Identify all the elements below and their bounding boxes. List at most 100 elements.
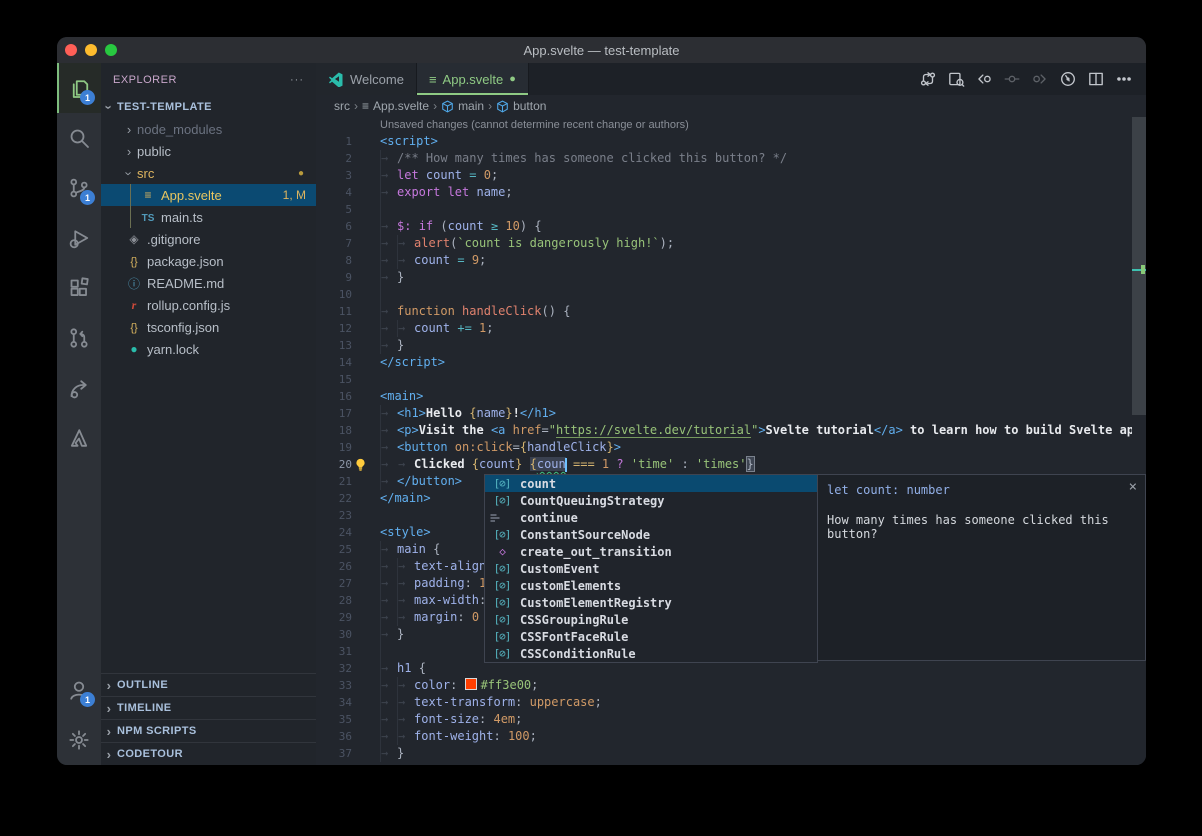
indent-guide: → (380, 167, 397, 184)
suggest-item-create_out_transition[interactable]: ◇create_out_transition (485, 543, 817, 560)
tree-item-public[interactable]: ›public (101, 140, 316, 162)
section-codetour[interactable]: ›CODETOUR (101, 742, 316, 765)
code-line-10[interactable]: 10 (316, 286, 1146, 303)
code-line-34[interactable]: 34→→text-transform: uppercase; (316, 694, 1146, 711)
code-line-18[interactable]: 18→<p>Visit the <a href="https://svelte.… (316, 422, 1146, 439)
tree-item-app-svelte[interactable]: ≡App.svelte1, M (101, 184, 316, 206)
rollup-file-icon: r (125, 298, 143, 313)
section-timeline[interactable]: ›TIMELINE (101, 696, 316, 719)
line-number: 29 (316, 609, 352, 626)
line-number: 2 (316, 150, 352, 167)
suggest-item-customelements[interactable]: [⊘]customElements (485, 577, 817, 594)
line-content: →→text-transform: uppercase; (380, 694, 602, 711)
code-line-3[interactable]: 3→let count = 0; (316, 167, 1146, 184)
tree-root-test-template[interactable]: › TEST-TEMPLATE (101, 96, 316, 118)
file-annotations-icon[interactable] (1056, 67, 1080, 91)
tree-item-rollup-config-js[interactable]: rrollup.config.js (101, 294, 316, 316)
code-line-7[interactable]: 7→→alert(`count is dangerously high!`); (316, 235, 1146, 252)
scrollbar[interactable] (1132, 117, 1146, 765)
line-content: →→alert(`count is dangerously high!`); (380, 235, 674, 252)
code-line-14[interactable]: 14</script> (316, 354, 1146, 371)
code-line-2[interactable]: 2 →/** How many times has someone clicked… (316, 150, 1146, 167)
activity-settings-icon[interactable] (57, 715, 101, 765)
open-changes-icon[interactable] (916, 67, 940, 91)
code-line-9[interactable]: 9→} (316, 269, 1146, 286)
activity-github-pr-icon[interactable] (57, 313, 101, 363)
line-content: →} (380, 269, 404, 286)
split-editor-icon[interactable] (1084, 67, 1108, 91)
tree-item-package-json[interactable]: {}package.json (101, 250, 316, 272)
suggest-item-continue[interactable]: continue (485, 509, 817, 526)
code-line-4[interactable]: 4→export let name; (316, 184, 1146, 201)
breadcrumb-main[interactable]: main (441, 99, 484, 113)
tree-item-main-ts[interactable]: TSmain.ts (101, 206, 316, 228)
activity-source-control-icon[interactable]: 1 (57, 163, 101, 213)
previous-change-icon[interactable] (972, 67, 996, 91)
activity-azure-icon[interactable] (57, 413, 101, 463)
code-line-19[interactable]: 19→<button on:click={handleClick}> (316, 439, 1146, 456)
glyph-margin (352, 558, 380, 575)
current-change-icon[interactable] (1000, 67, 1024, 91)
tree-item-node-modules[interactable]: ›node_modules (101, 118, 316, 140)
line-content: →/** How many times has someone clicked … (380, 150, 787, 167)
activity-extensions-icon[interactable] (57, 263, 101, 313)
code-line-15[interactable]: 15 (316, 371, 1146, 388)
line-content: </script> (380, 354, 445, 371)
suggest-item-cssconditionrule[interactable]: [⊘]CSSConditionRule (485, 645, 817, 662)
activity-run-debug-icon[interactable] (57, 213, 101, 263)
code-line-16[interactable]: 16<main> (316, 388, 1146, 405)
open-preview-icon[interactable] (944, 67, 968, 91)
line-number: 36 (316, 728, 352, 745)
section-outline[interactable]: ›OUTLINE (101, 673, 316, 696)
code-line-33[interactable]: 33→→color: #ff3e00; (316, 677, 1146, 694)
section-npm-scripts[interactable]: ›NPM SCRIPTS (101, 719, 316, 742)
explorer-more-actions[interactable]: ··· (290, 74, 304, 86)
activity-live-share-icon[interactable] (57, 363, 101, 413)
code-line-12[interactable]: 12→→count += 1; (316, 320, 1146, 337)
activity-explorer-icon[interactable]: 1 (57, 63, 101, 113)
gitlens-unsaved-annotation: Unsaved changes (cannot determine recent… (316, 117, 1146, 133)
suggest-item-count[interactable]: [⊘]count (485, 475, 817, 492)
breadcrumb-button[interactable]: button (496, 99, 546, 113)
code-line-11[interactable]: 11→function handleClick() { (316, 303, 1146, 320)
activity-account-icon[interactable]: 1 (57, 665, 101, 715)
code-line-20[interactable]: 20→→Clicked {count} {coun === 1 ? 'time'… (316, 456, 1146, 473)
tree-item-yarn-lock[interactable]: ●yarn.lock (101, 338, 316, 360)
tab-app-svelte[interactable]: ≡App.svelte● (417, 63, 529, 95)
more-actions-icon[interactable] (1112, 67, 1136, 91)
code-line-36[interactable]: 36→→font-weight: 100; (316, 728, 1146, 745)
code-line-35[interactable]: 35→→font-size: 4em; (316, 711, 1146, 728)
close-icon[interactable]: × (1129, 479, 1137, 495)
tree-item-src[interactable]: ›src● (101, 162, 316, 184)
lightbulb-icon[interactable] (354, 458, 367, 471)
code-line-5[interactable]: 5 (316, 201, 1146, 218)
editor-content[interactable]: Unsaved changes (cannot determine recent… (316, 117, 1146, 765)
tree-item-readme-md[interactable]: ⓘREADME.md (101, 272, 316, 294)
next-change-icon[interactable] (1028, 67, 1052, 91)
tree-item--gitignore[interactable]: ◈.gitignore (101, 228, 316, 250)
suggest-item-customelementregistry[interactable]: [⊘]CustomElementRegistry (485, 594, 817, 611)
suggest-item-cssfontfacerule[interactable]: [⊘]CSSFontFaceRule (485, 628, 817, 645)
section-label: NPM SCRIPTS (117, 725, 197, 737)
tab-welcome[interactable]: Welcome (316, 63, 417, 95)
suggest-label: CountQueuingStrategy (520, 494, 665, 508)
color-swatch[interactable] (465, 678, 477, 690)
suggest-item-countqueuingstrategy[interactable]: [⊘]CountQueuingStrategy (485, 492, 817, 509)
code-line-13[interactable]: 13→} (316, 337, 1146, 354)
breadcrumb-separator: › (433, 99, 437, 113)
code-line-8[interactable]: 8→→count = 9; (316, 252, 1146, 269)
glyph-margin (352, 235, 380, 252)
code-line-37[interactable]: 37→} (316, 745, 1146, 762)
tree-item-tsconfig-json[interactable]: {}tsconfig.json (101, 316, 316, 338)
indent-guide (380, 286, 397, 303)
suggest-item-constantsourcenode[interactable]: [⊘]ConstantSourceNode (485, 526, 817, 543)
code-line-1[interactable]: 1<script> (316, 133, 1146, 150)
breadcrumb-src[interactable]: src (334, 99, 350, 113)
suggest-item-customevent[interactable]: [⊘]CustomEvent (485, 560, 817, 577)
code-line-17[interactable]: 17→<h1>Hello {name}!</h1> (316, 405, 1146, 422)
activity-search-icon[interactable] (57, 113, 101, 163)
line-content: →</button> (380, 473, 462, 490)
code-line-6[interactable]: 6→$: if (count ≥ 10) { (316, 218, 1146, 235)
suggest-item-cssgroupingrule[interactable]: [⊘]CSSGroupingRule (485, 611, 817, 628)
breadcrumb-app-svelte[interactable]: ≡App.svelte (362, 99, 429, 113)
